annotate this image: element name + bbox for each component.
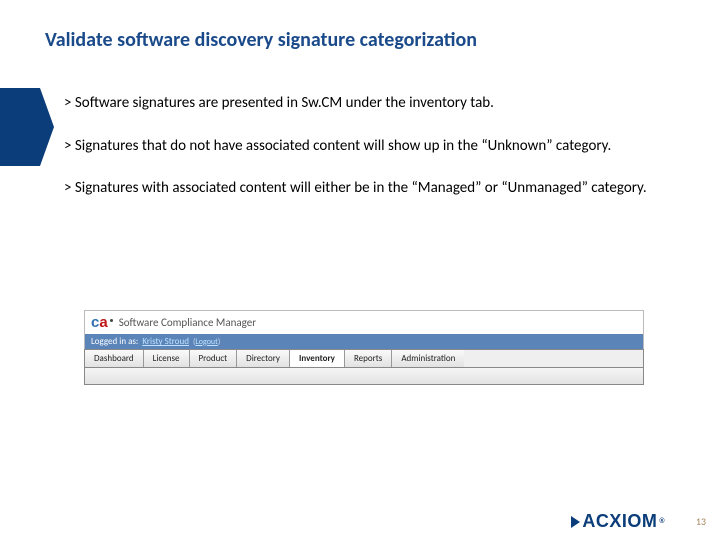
bullet-text: Signatures with associated content will … [75,179,647,197]
bullet-chevron: > [64,179,71,197]
bullet-text: Software signatures are presented in Sw.… [75,94,494,112]
tab-administration[interactable]: Administration [392,350,464,367]
bullet-item: > Signatures that do not have associated… [54,138,680,156]
dot-icon [110,319,113,322]
slide: Validate software discovery signature ca… [0,0,720,540]
tab-dashboard[interactable]: Dashboard [85,350,144,367]
app-header: ca Software Compliance Manager [84,310,644,334]
product-name: Software Compliance Manager [119,316,256,329]
registered-icon: ® [659,518,665,525]
brand-caret-icon [571,516,580,528]
footer-brand: ACXIOM ® [571,511,665,532]
user-link[interactable]: Kristy Stroud [142,336,189,347]
chevron-decoration-icon [0,88,40,166]
brand-name: ACXIOM [582,511,657,532]
bullet-item: > Signatures with associated content wil… [54,180,680,198]
page-number: 13 [696,515,706,528]
tab-directory[interactable]: Directory [237,350,290,367]
bullet-text: Signatures that do not have associated c… [75,137,611,155]
logout-link[interactable]: Logout [195,337,217,347]
login-label: Logged in as: [91,336,138,347]
logout-group: (Logout) [193,337,220,347]
tab-license[interactable]: License [144,350,190,367]
tab-product[interactable]: Product [190,350,238,367]
ca-logo: ca [91,314,113,331]
ca-logo-text: ca [91,314,108,331]
embedded-screenshot: ca Software Compliance Manager Logged in… [84,310,644,385]
bullet-item: > Software signatures are presented in S… [54,95,680,113]
tab-reports[interactable]: Reports [345,350,392,367]
sub-toolbar [84,368,644,385]
slide-title: Validate software discovery signature ca… [45,28,477,52]
bullet-chevron: > [64,94,71,112]
login-bar: Logged in as: Kristy Stroud (Logout) [84,334,644,349]
bullet-chevron: > [64,137,71,155]
tab-inventory[interactable]: Inventory [290,350,345,367]
tab-bar: Dashboard License Product Directory Inve… [84,349,644,368]
body-text: > Software signatures are presented in S… [54,95,680,223]
